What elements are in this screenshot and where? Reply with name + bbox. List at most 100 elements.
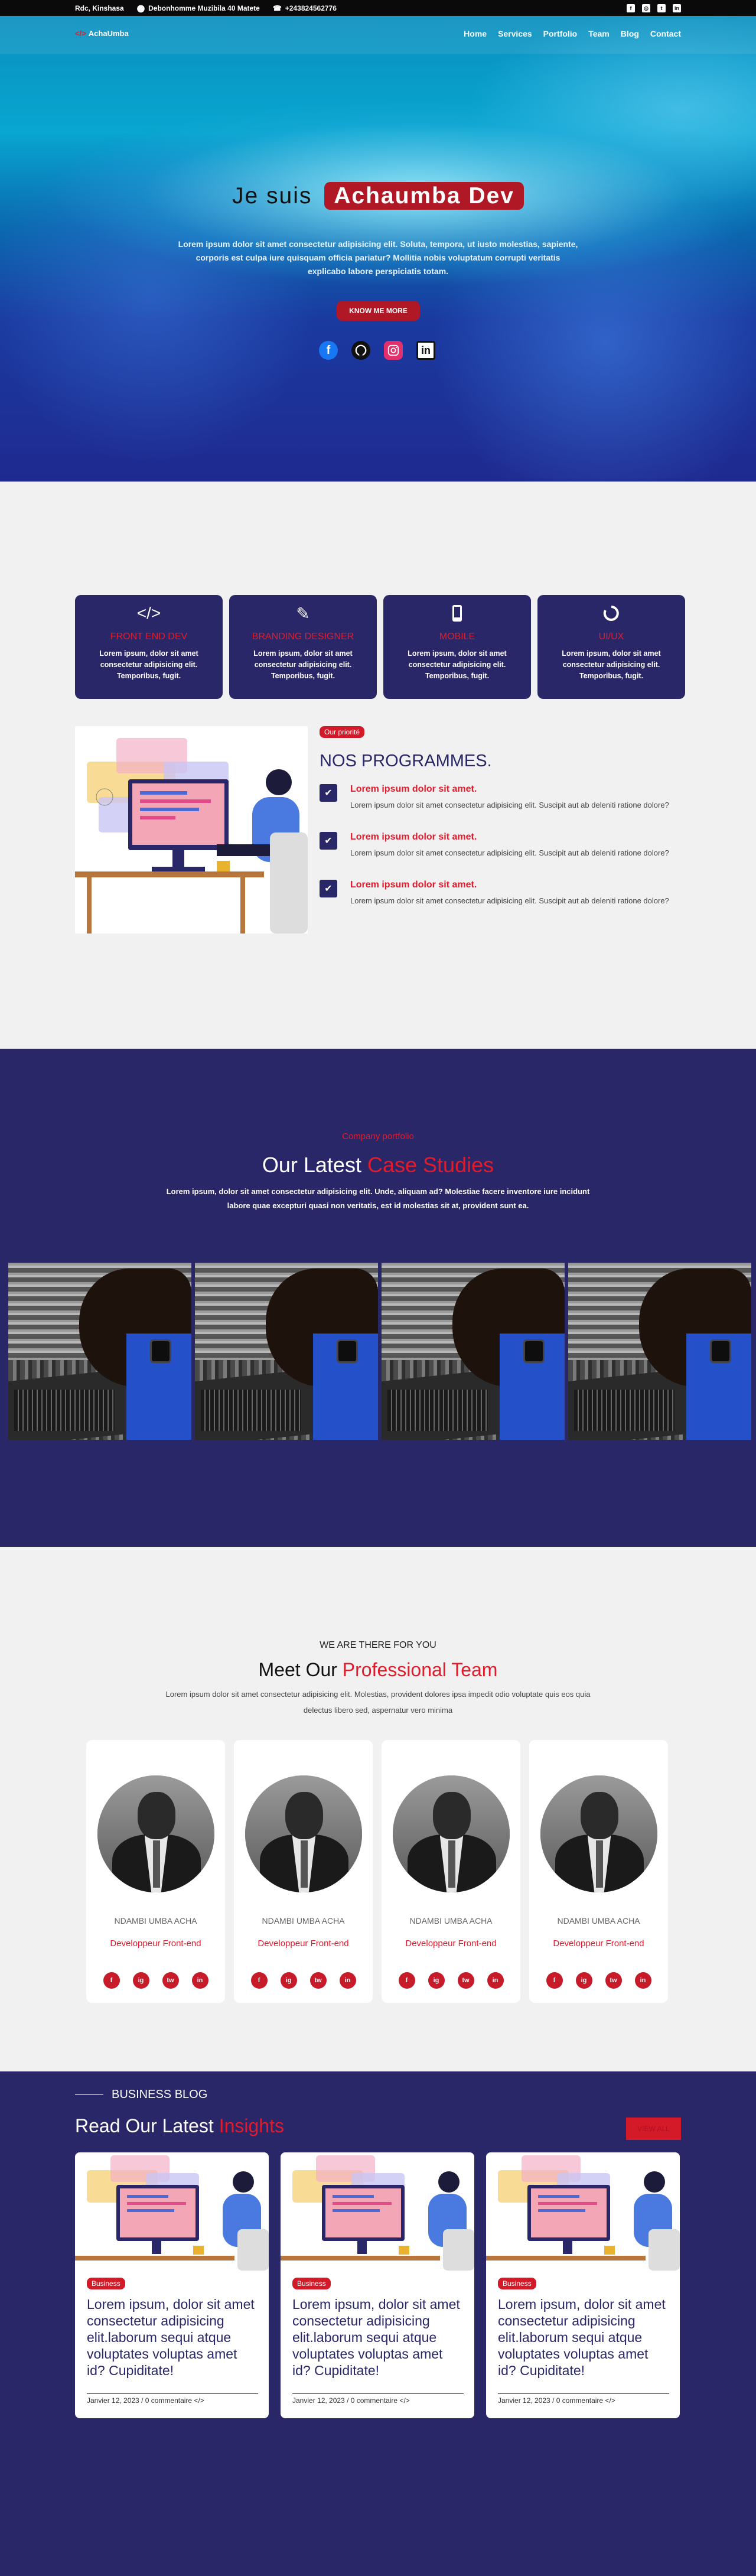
facebook-icon[interactable]: f [103, 1972, 120, 1989]
blog-title-text: Read Our Latest [75, 2115, 214, 2136]
divider-line [75, 2094, 103, 2095]
case-title-highlight: Case Studies [367, 1153, 494, 1177]
service-card[interactable]: UI/UX Lorem ipsum, dolor sit amet consec… [537, 595, 685, 699]
linkedin-icon[interactable]: in [339, 1972, 356, 1989]
avatar [392, 1775, 510, 1892]
nav-services[interactable]: Services [498, 29, 532, 38]
programme-item-title: Lorem ipsum dolor sit amet. [350, 784, 477, 794]
programme-item-text: Lorem ipsum dolor sit amet consectetur a… [350, 896, 669, 905]
facebook-icon[interactable]: f [546, 1972, 563, 1989]
blog-card[interactable]: Business Lorem ipsum, dolor sit amet con… [486, 2152, 680, 2418]
linkedin-icon[interactable]: in [191, 1972, 208, 1989]
nav-portfolio[interactable]: Portfolio [543, 29, 578, 38]
team-title: Meet Our Professional Team [0, 1659, 756, 1681]
blog-posts: Business Lorem ipsum, dolor sit amet con… [75, 2152, 680, 2418]
blog-section: BUSINESS BLOG Read Our Latest Insights V… [0, 2071, 756, 2576]
blog-label: BUSINESS BLOG [75, 2088, 207, 2102]
linkedin-icon[interactable]: in [673, 4, 681, 12]
instagram-icon[interactable] [384, 341, 403, 360]
facebook-icon[interactable]: f [319, 341, 338, 360]
member-name: NDAMBI UMBA ACHA [262, 1916, 345, 1926]
nav-blog[interactable]: Blog [621, 29, 639, 38]
check-icon: ✔ [320, 832, 337, 850]
programme-item-text: Lorem ipsum dolor sit amet consectetur a… [350, 848, 669, 857]
team-subtitle: WE ARE THERE FOR YOU [320, 1640, 436, 1650]
instagram-icon[interactable]: ig [575, 1972, 592, 1989]
code-logo-icon: </> [75, 29, 86, 38]
hero-title-highlight: Achaumba Dev [324, 182, 524, 210]
case-gallery [8, 1263, 751, 1440]
blog-post-title[interactable]: Lorem ipsum, dolor sit amet consectetur … [87, 2296, 258, 2379]
address: ⬤ Debonhomme Muzibila 40 Matete [137, 4, 260, 12]
case-study-image[interactable] [195, 1263, 378, 1440]
twitter-icon[interactable]: tw [162, 1972, 179, 1989]
case-study-image[interactable] [382, 1263, 565, 1440]
pencil-icon: ✎ [296, 604, 310, 623]
nav-team[interactable]: Team [588, 29, 610, 38]
case-study-image[interactable] [8, 1263, 191, 1440]
instagram-icon[interactable]: ◎ [642, 4, 650, 12]
team-card: NDAMBI UMBA ACHA Developpeur Front-end f… [234, 1740, 373, 2003]
team-card: NDAMBI UMBA ACHA Developpeur Front-end f… [529, 1740, 668, 2003]
service-text: Lorem ipsum, dolor sit amet consectetur … [253, 649, 353, 680]
blog-title: Read Our Latest Insights [75, 2115, 284, 2137]
twitter-icon[interactable]: tw [605, 1972, 622, 1989]
team-card: NDAMBI UMBA ACHA Developpeur Front-end f… [382, 1740, 520, 2003]
mobile-icon [383, 602, 531, 625]
case-title-text: Our Latest [262, 1153, 361, 1177]
service-text: Lorem ipsum, dolor sit amet consectetur … [562, 649, 661, 680]
case-title: Our Latest Case Studies [0, 1153, 756, 1178]
hero-title: Je suis Achaumba Dev [0, 182, 756, 210]
blog-label-text: BUSINESS BLOG [112, 2088, 208, 2101]
avatar [540, 1775, 657, 1892]
phone-icon: ☎ [272, 4, 282, 12]
nav-home[interactable]: Home [464, 29, 487, 38]
spinner-icon [537, 602, 685, 625]
case-study-image[interactable] [568, 1263, 751, 1440]
phone[interactable]: ☎ +243824562776 [273, 4, 337, 12]
service-title: UI/UX [598, 632, 624, 642]
linkedin-icon[interactable]: in [416, 341, 435, 360]
member-name: NDAMBI UMBA ACHA [557, 1916, 640, 1926]
blog-post-title[interactable]: Lorem ipsum, dolor sit amet consectetur … [292, 2296, 464, 2379]
priority-badge: Our priorité [320, 726, 365, 738]
brand-logo[interactable]: </> AchaUmba [75, 29, 129, 38]
instagram-icon[interactable]: ig [132, 1972, 149, 1989]
blog-card[interactable]: Business Lorem ipsum, dolor sit amet con… [281, 2152, 474, 2418]
service-text: Lorem ipsum, dolor sit amet consectetur … [408, 649, 507, 680]
facebook-icon[interactable]: f [627, 4, 635, 12]
github-icon[interactable] [351, 341, 370, 360]
blog-post-meta: Janvier 12, 2023 / 0 commentaire </> [87, 2393, 258, 2405]
twitter-icon[interactable]: tw [309, 1972, 327, 1989]
twitter-icon[interactable]: t [657, 4, 666, 12]
member-name: NDAMBI UMBA ACHA [409, 1916, 493, 1926]
know-me-more-button[interactable]: KNOW ME MORE [337, 301, 420, 321]
programme-item-title: Lorem ipsum dolor sit amet. [350, 880, 477, 890]
linkedin-icon[interactable]: in [634, 1972, 651, 1989]
facebook-icon[interactable]: f [398, 1972, 415, 1989]
twitter-icon[interactable]: tw [457, 1972, 474, 1989]
case-text: Lorem ipsum, dolor sit amet consectetur … [166, 1187, 590, 1210]
linkedin-icon[interactable]: in [487, 1972, 504, 1989]
blog-badge: Business [87, 2278, 125, 2289]
hero-text: Lorem ipsum dolor sit amet consectetur a… [178, 239, 578, 276]
instagram-icon[interactable]: ig [280, 1972, 297, 1989]
programme-item: ✔ Lorem ipsum dolor sit amet. Lorem ipsu… [320, 880, 674, 906]
view-all-button[interactable]: VIEW ALL [626, 2118, 681, 2140]
check-icon: ✔ [320, 784, 337, 802]
service-card[interactable]: ✎ BRANDING DESIGNER Lorem ipsum, dolor s… [229, 595, 377, 699]
facebook-icon[interactable]: f [250, 1972, 268, 1989]
service-card[interactable]: </> FRONT END DEV Lorem ipsum, dolor sit… [75, 595, 223, 699]
blog-image [75, 2152, 269, 2271]
service-title: MOBILE [439, 632, 475, 642]
blog-card[interactable]: Business Lorem ipsum, dolor sit amet con… [75, 2152, 269, 2418]
blog-post-title[interactable]: Lorem ipsum, dolor sit amet consectetur … [498, 2296, 669, 2379]
service-card[interactable]: MOBILE Lorem ipsum, dolor sit amet conse… [383, 595, 531, 699]
navbar: </> AchaUmba Home Services Portfolio Tea… [0, 16, 756, 54]
blog-badge: Business [292, 2278, 331, 2289]
blog-image [486, 2152, 680, 2271]
programme-item-text: Lorem ipsum dolor sit amet consectetur a… [350, 801, 669, 809]
nav-contact[interactable]: Contact [650, 29, 681, 38]
case-subtitle: Company portfolio [342, 1131, 414, 1141]
instagram-icon[interactable]: ig [428, 1972, 445, 1989]
